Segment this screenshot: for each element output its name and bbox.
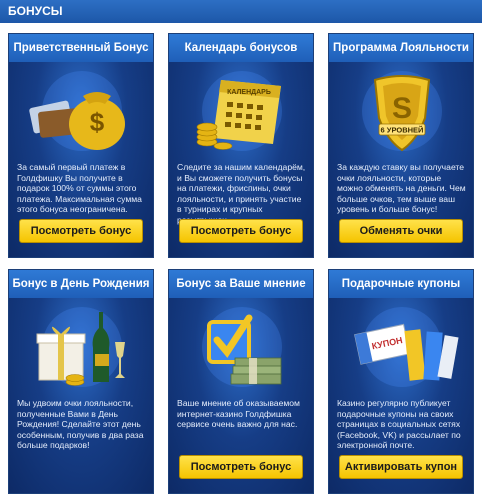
card-title: Календарь бонусов bbox=[169, 34, 313, 62]
card-description: Мы удвоим очки лояльности, полученные Ва… bbox=[17, 398, 144, 451]
gold-shield-icon: S 6 УРОВНЕЙ bbox=[362, 71, 442, 152]
card-description: За каждую ставку вы получаете очки лояль… bbox=[337, 162, 466, 215]
exchange-points-button[interactable]: Обменять очки bbox=[339, 219, 463, 243]
card-body: КАЛЕНДАРЬ Следите за нашим календарём, и… bbox=[169, 62, 313, 257]
levels-label: 6 УРОВНЕЙ bbox=[381, 126, 424, 135]
card-title: Бонус за Ваше мнение bbox=[169, 270, 313, 298]
card-description: Казино регулярно публикует подарочные ку… bbox=[337, 398, 461, 451]
card-title: Программа Лояльности bbox=[329, 34, 473, 62]
bonus-card-calendar: Календарь бонусов КАЛЕНДАРЬ Следите за н… bbox=[168, 33, 314, 258]
view-bonus-button[interactable]: Посмотреть бонус bbox=[179, 219, 303, 243]
card-description: Ваше мнение об оказываемом интернет-кази… bbox=[177, 398, 300, 430]
card-body: Мы удвоим очки лояльности, полученные Ва… bbox=[9, 298, 153, 493]
coupons-icon: КУПОН bbox=[354, 307, 459, 387]
view-bonus-button[interactable]: Посмотреть бонус bbox=[179, 455, 303, 479]
svg-text:$: $ bbox=[90, 107, 105, 137]
bonus-card-birthday: Бонус в День Рождения Мы удвоим очки лоя… bbox=[8, 269, 154, 494]
card-body: Ваше мнение об оказываемом интернет-кази… bbox=[169, 298, 313, 493]
page-header: БОНУСЫ bbox=[0, 0, 482, 23]
bonus-card-coupons: Подарочные купоны КУПОН Казино регулярно… bbox=[328, 269, 474, 494]
activate-coupon-button[interactable]: Активировать купон bbox=[339, 455, 463, 479]
card-body: КУПОН Казино регулярно публикует подароч… bbox=[329, 298, 473, 493]
bonus-card-loyalty: Программа Лояльности S 6 УРОВНЕЙ За кажд… bbox=[328, 33, 474, 258]
view-bonus-button[interactable]: Посмотреть бонус bbox=[19, 219, 143, 243]
checkbox-and-cash-icon bbox=[202, 307, 282, 387]
card-description: Следите за нашим календарём, и Вы сможет… bbox=[177, 162, 306, 225]
calendar-and-coins-icon: КАЛЕНДАРЬ bbox=[196, 71, 282, 151]
card-description: За самый первый платеж в Голдфишку Вы по… bbox=[17, 162, 142, 215]
svg-text:S: S bbox=[392, 92, 412, 125]
bonus-card-feedback: Бонус за Ваше мнение Ваше мнение об оказ… bbox=[168, 269, 314, 494]
calendar-label: КАЛЕНДАРЬ bbox=[227, 89, 271, 96]
bonus-card-welcome: Приветственный Бонус $ За самый первый п… bbox=[8, 33, 154, 258]
gift-and-champagne-icon bbox=[36, 307, 125, 387]
card-title: Приветственный Бонус bbox=[9, 34, 153, 62]
card-body: $ За самый первый платеж в Голдфишку Вы … bbox=[9, 62, 153, 257]
money-bag-and-cards-icon: $ bbox=[29, 71, 125, 151]
card-title: Подарочные купоны bbox=[329, 270, 473, 298]
card-title: Бонус в День Рождения bbox=[9, 270, 153, 298]
card-body: S 6 УРОВНЕЙ За каждую ставку вы получает… bbox=[329, 62, 473, 257]
